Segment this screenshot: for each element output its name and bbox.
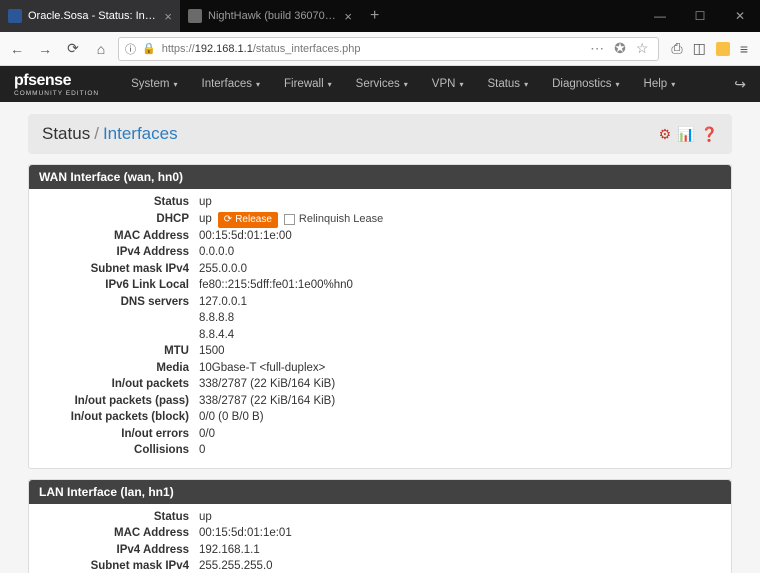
close-window-button[interactable]: ✕ bbox=[720, 0, 760, 32]
reader-icon[interactable]: ✪ bbox=[614, 40, 626, 57]
label-status: Status bbox=[39, 195, 199, 211]
wan-status: up bbox=[199, 195, 721, 211]
menu-system[interactable]: System▾ bbox=[119, 78, 189, 90]
back-button[interactable]: ← bbox=[6, 38, 28, 60]
main-menu: System▾ Interfaces▾ Firewall▾ Services▾ … bbox=[119, 78, 687, 90]
lock-icon: 🔒 bbox=[142, 42, 156, 55]
tab-label: Oracle.Sosa - Status: Interfaces bbox=[28, 10, 158, 22]
forward-button[interactable]: → bbox=[34, 38, 56, 60]
label-subnet4: Subnet mask IPv4 bbox=[39, 262, 199, 278]
label-ioblock: In/out packets (block) bbox=[39, 410, 199, 426]
url-bar[interactable]: ⓘ 🔒 https://192.168.1.1/status_interface… bbox=[118, 37, 659, 61]
menu-help[interactable]: Help▾ bbox=[632, 78, 688, 90]
favicon-icon bbox=[188, 9, 202, 23]
close-icon[interactable]: × bbox=[344, 9, 352, 24]
sidebar-icon[interactable]: ◫ bbox=[693, 40, 706, 57]
menu-diagnostics[interactable]: Diagnostics▾ bbox=[540, 78, 631, 90]
label-dhcp: DHCP bbox=[39, 212, 199, 228]
lan-panel-header: LAN Interface (lan, hn1) bbox=[29, 480, 731, 504]
breadcrumb-current[interactable]: Interfaces bbox=[103, 124, 178, 144]
info-icon[interactable]: ⓘ bbox=[125, 41, 136, 57]
label-iopass: In/out packets (pass) bbox=[39, 394, 199, 410]
browser-navbar: ← → ⟳ ⌂ ⓘ 🔒 https://192.168.1.1/status_i… bbox=[0, 32, 760, 66]
label-dns: DNS servers bbox=[39, 295, 199, 311]
menu-status[interactable]: Status▾ bbox=[475, 78, 540, 90]
wan-media: 10Gbase-T <full-duplex> bbox=[199, 361, 721, 377]
wan-iopkts: 338/2787 (22 KiB/164 KiB) bbox=[199, 377, 721, 393]
page-header: Status / Interfaces ⚙ 📊 ❓ bbox=[28, 114, 732, 154]
browser-tab-inactive[interactable]: NightHawk (build 36070M) - S × bbox=[180, 0, 360, 32]
lan-panel: LAN Interface (lan, hn1) Statusup MAC Ad… bbox=[28, 479, 732, 573]
more-icon[interactable]: ⋯ bbox=[590, 40, 604, 57]
wan-dhcp: up bbox=[199, 212, 212, 228]
lan-mac: 00:15:5d:01:1e:01 bbox=[199, 526, 721, 542]
wan-coll: 0 bbox=[199, 443, 721, 459]
close-icon[interactable]: × bbox=[164, 9, 172, 24]
library-icon[interactable]: ⎙ bbox=[671, 40, 682, 57]
wan-dns2: 8.8.8.8 bbox=[199, 311, 721, 327]
wan-dns3: 8.8.4.4 bbox=[199, 328, 721, 344]
wan-ipv4: 0.0.0.0 bbox=[199, 245, 721, 261]
wan-mtu: 1500 bbox=[199, 344, 721, 360]
wan-ipv6ll: fe80::215:5dff:fe01:1e00%hn0 bbox=[199, 278, 721, 294]
menu-services[interactable]: Services▾ bbox=[344, 78, 420, 90]
menu-icon[interactable]: ≡ bbox=[740, 41, 748, 57]
graph-icon[interactable]: 📊 bbox=[677, 126, 694, 143]
favicon-icon bbox=[8, 9, 22, 23]
label-mtu: MTU bbox=[39, 344, 199, 360]
label-coll: Collisions bbox=[39, 443, 199, 459]
wan-ioblock: 0/0 (0 B/0 B) bbox=[199, 410, 721, 426]
wan-panel-header: WAN Interface (wan, hn0) bbox=[29, 165, 731, 189]
wan-panel: WAN Interface (wan, hn0) Statusup DHCP u… bbox=[28, 164, 732, 469]
wan-mac: 00:15:5d:01:1e:00 bbox=[199, 229, 721, 245]
wan-ioerr: 0/0 bbox=[199, 427, 721, 443]
label-iopkts: In/out packets bbox=[39, 377, 199, 393]
logo[interactable]: pfsenseCOMMUNITY EDITION bbox=[14, 72, 99, 97]
extension-icon[interactable] bbox=[716, 42, 730, 56]
wan-subnet4: 255.0.0.0 bbox=[199, 262, 721, 278]
page-content: Status / Interfaces ⚙ 📊 ❓ WAN Interface … bbox=[0, 102, 760, 573]
home-button[interactable]: ⌂ bbox=[90, 38, 112, 60]
wan-dns1: 127.0.0.1 bbox=[199, 295, 721, 311]
label-ioerr: In/out errors bbox=[39, 427, 199, 443]
minimize-button[interactable]: — bbox=[640, 0, 680, 32]
browser-titlebar: Oracle.Sosa - Status: Interfaces × Night… bbox=[0, 0, 760, 32]
logout-button[interactable]: ↪ bbox=[734, 76, 746, 93]
star-icon[interactable]: ☆ bbox=[636, 40, 649, 57]
app-navbar: pfsenseCOMMUNITY EDITION System▾ Interfa… bbox=[0, 66, 760, 102]
url-text: https://192.168.1.1/status_interfaces.ph… bbox=[162, 43, 584, 55]
relinquish-checkbox[interactable]: Relinquish Lease bbox=[284, 212, 383, 227]
lan-status: up bbox=[199, 510, 721, 526]
tab-label: NightHawk (build 36070M) - S bbox=[208, 10, 338, 22]
label-ipv4: IPv4 Address bbox=[39, 245, 199, 261]
wan-iopass: 338/2787 (22 KiB/164 KiB) bbox=[199, 394, 721, 410]
menu-interfaces[interactable]: Interfaces▾ bbox=[190, 78, 273, 90]
release-button[interactable]: Release bbox=[218, 212, 278, 228]
menu-firewall[interactable]: Firewall▾ bbox=[272, 78, 344, 90]
browser-tab-active[interactable]: Oracle.Sosa - Status: Interfaces × bbox=[0, 0, 180, 32]
new-tab-button[interactable]: + bbox=[360, 0, 389, 32]
lan-ipv4: 192.168.1.1 bbox=[199, 543, 721, 559]
label-ipv6ll: IPv6 Link Local bbox=[39, 278, 199, 294]
maximize-button[interactable]: ☐ bbox=[680, 0, 720, 32]
label-mac: MAC Address bbox=[39, 229, 199, 245]
breadcrumb-root[interactable]: Status bbox=[42, 124, 90, 144]
menu-vpn[interactable]: VPN▾ bbox=[420, 78, 476, 90]
label-media: Media bbox=[39, 361, 199, 377]
lan-subnet4: 255.255.255.0 bbox=[199, 559, 721, 573]
breadcrumb-sep: / bbox=[94, 124, 99, 144]
reload-button[interactable]: ⟳ bbox=[62, 38, 84, 60]
help-icon[interactable]: ❓ bbox=[701, 126, 718, 143]
settings-icon[interactable]: ⚙ bbox=[659, 126, 672, 143]
